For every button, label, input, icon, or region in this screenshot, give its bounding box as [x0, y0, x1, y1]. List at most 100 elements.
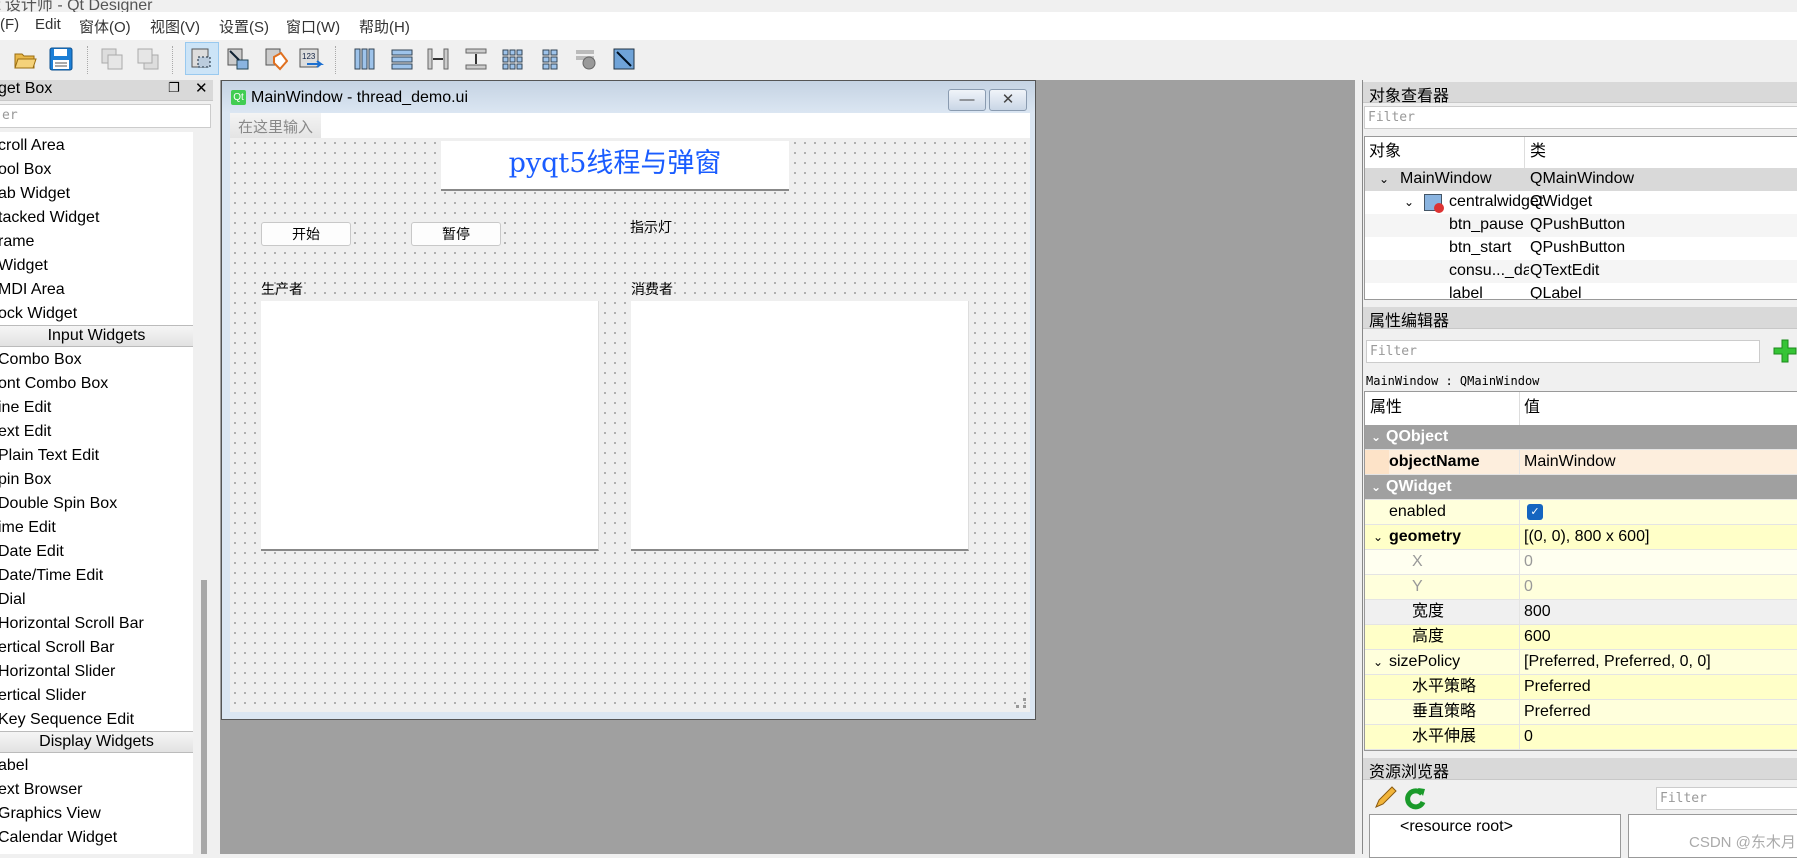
- widget-box-item[interactable]: Dial: [0, 588, 26, 612]
- widget-box-item[interactable]: Horizontal Scroll Bar: [0, 612, 144, 636]
- object-inspector-filter[interactable]: Filter: [1364, 106, 1797, 129]
- object-tree-row[interactable]: btn_start QPushButton: [1365, 237, 1797, 260]
- widget-list-scrollbar[interactable]: [193, 132, 213, 854]
- property-row[interactable]: Y0: [1365, 575, 1797, 600]
- widget-box-item[interactable]: ime Edit: [0, 516, 56, 540]
- producer-text-edit[interactable]: [261, 301, 599, 551]
- widget-box-item[interactable]: Graphics View: [0, 802, 101, 826]
- property-value[interactable]: 800: [1524, 600, 1551, 624]
- property-row[interactable]: 宽度 800: [1365, 600, 1797, 625]
- close-button[interactable]: ✕: [989, 89, 1027, 111]
- property-value[interactable]: Preferred: [1524, 675, 1591, 699]
- property-value[interactable]: [Preferred, Preferred, 0, 0]: [1524, 650, 1711, 674]
- edit-resources-icon[interactable]: [1373, 786, 1397, 810]
- layout-vertical-icon[interactable]: [389, 42, 415, 75]
- chevron-down-icon[interactable]: ⌄: [1371, 475, 1381, 499]
- property-value[interactable]: 0: [1524, 575, 1533, 599]
- menu-window[interactable]: 窗口(W): [286, 16, 340, 37]
- menu-help[interactable]: 帮助(H): [359, 16, 410, 37]
- property-row[interactable]: 水平策略 Preferred: [1365, 675, 1797, 700]
- object-tree-row[interactable]: btn_pause QPushButton: [1365, 214, 1797, 237]
- chevron-down-icon[interactable]: ⌄: [1404, 191, 1414, 213]
- adjust-size-icon[interactable]: [611, 42, 637, 75]
- chevron-down-icon[interactable]: ⌄: [1379, 168, 1389, 190]
- category-display-widgets[interactable]: Display Widgets: [0, 731, 193, 753]
- widget-box-item[interactable]: Date Edit: [0, 540, 64, 564]
- edit-widgets-icon[interactable]: [185, 42, 219, 75]
- widget-box-item[interactable]: ext Browser: [0, 778, 82, 802]
- start-button[interactable]: 开始: [261, 222, 351, 246]
- object-tree-row[interactable]: consu..._data QTextEdit: [1365, 260, 1797, 283]
- group-qwidget[interactable]: ⌄ QWidget: [1365, 475, 1797, 500]
- chevron-down-icon[interactable]: ⌄: [1373, 525, 1383, 549]
- property-row[interactable]: enabled ✓: [1365, 500, 1797, 525]
- widget-box-filter[interactable]: er: [0, 104, 211, 128]
- consumer-text-edit[interactable]: [631, 301, 969, 551]
- menu-file[interactable]: (F): [0, 16, 19, 33]
- widget-box-item[interactable]: ertical Scroll Bar: [0, 636, 114, 660]
- add-dynamic-property-icon[interactable]: [1773, 339, 1797, 363]
- object-tree-row[interactable]: ⌄ centralwidget QWidget: [1365, 191, 1797, 214]
- widget-box-item[interactable]: Widget: [0, 254, 48, 278]
- widget-box-item[interactable]: Combo Box: [0, 348, 82, 372]
- widget-box-item[interactable]: abel: [0, 754, 28, 778]
- property-value[interactable]: 0: [1524, 725, 1533, 749]
- open-icon[interactable]: [12, 42, 38, 75]
- widget-box-item[interactable]: Horizontal Slider: [0, 660, 115, 684]
- scrollbar-thumb[interactable]: [201, 580, 207, 854]
- resource-root[interactable]: <resource root>: [1400, 818, 1513, 836]
- chevron-down-icon[interactable]: ⌄: [1371, 425, 1381, 449]
- menu-placeholder[interactable]: 在这里输入: [230, 113, 322, 138]
- widget-box-item[interactable]: Calendar Widget: [0, 826, 117, 850]
- widget-box-item[interactable]: ont Combo Box: [0, 372, 108, 396]
- widget-box-item[interactable]: MDI Area: [0, 278, 65, 302]
- save-icon[interactable]: [48, 42, 74, 75]
- edit-signals-slots-icon[interactable]: [225, 42, 251, 75]
- category-input-widgets[interactable]: Input Widgets: [0, 325, 193, 347]
- form-window-titlebar[interactable]: Qt MainWindow - thread_demo.ui — ✕: [222, 81, 1035, 113]
- property-row[interactable]: ⌄ geometry [(0, 0), 800 x 600]: [1365, 525, 1797, 550]
- resource-filter[interactable]: Filter: [1656, 787, 1797, 810]
- property-row[interactable]: 高度 600: [1365, 625, 1797, 650]
- widget-box-item[interactable]: ertical Slider: [0, 684, 86, 708]
- property-row[interactable]: objectName MainWindow: [1365, 450, 1797, 475]
- property-row[interactable]: X0: [1365, 550, 1797, 575]
- reload-icon[interactable]: [1403, 786, 1427, 810]
- group-qobject[interactable]: ⌄ QObject: [1365, 425, 1797, 450]
- property-value[interactable]: 600: [1524, 625, 1551, 649]
- float-icon[interactable]: ❐: [168, 80, 180, 96]
- enabled-checkbox[interactable]: ✓: [1527, 504, 1543, 520]
- resize-grip[interactable]: [1016, 698, 1026, 708]
- widget-box-item[interactable]: rame: [0, 230, 34, 254]
- send-back-icon[interactable]: [135, 42, 161, 75]
- layout-horizontal-icon[interactable]: [352, 42, 378, 75]
- widget-box-item[interactable]: ext Edit: [0, 420, 51, 444]
- widget-box-item[interactable]: ock Widget: [0, 302, 77, 326]
- widget-box-item[interactable]: croll Area: [0, 134, 65, 158]
- layout-splitter-horizontal-icon[interactable]: [425, 42, 451, 75]
- property-filter[interactable]: Filter: [1366, 340, 1760, 363]
- widget-box-item[interactable]: ab Widget: [0, 182, 70, 206]
- property-value[interactable]: [(0, 0), 800 x 600]: [1524, 525, 1649, 549]
- menu-settings[interactable]: 设置(S): [219, 16, 269, 37]
- menu-view[interactable]: 视图(V): [150, 16, 200, 37]
- layout-splitter-vertical-icon[interactable]: [463, 42, 489, 75]
- widget-box-item[interactable]: tacked Widget: [0, 206, 99, 230]
- widget-box-item[interactable]: Date/Time Edit: [0, 564, 103, 588]
- widget-box-item[interactable]: Plain Text Edit: [0, 444, 99, 468]
- widget-box-item[interactable]: ine Edit: [0, 396, 51, 420]
- property-row[interactable]: 水平伸展 0: [1365, 725, 1797, 750]
- object-tree-row[interactable]: ⌄ MainWindow QMainWindow: [1365, 168, 1797, 191]
- widget-box-item[interactable]: Double Spin Box: [0, 492, 117, 516]
- object-tree-row[interactable]: label QLabel: [1365, 283, 1797, 299]
- close-icon[interactable]: ✕: [195, 79, 208, 97]
- layout-grid-icon[interactable]: [500, 42, 526, 75]
- menu-edit[interactable]: Edit: [35, 16, 61, 33]
- property-value[interactable]: Preferred: [1524, 700, 1591, 724]
- chevron-down-icon[interactable]: ⌄: [1373, 650, 1383, 674]
- layout-form-icon[interactable]: [537, 42, 563, 75]
- edit-tab-order-icon[interactable]: 123: [299, 42, 325, 75]
- property-value[interactable]: MainWindow: [1524, 450, 1616, 474]
- minimize-button[interactable]: —: [948, 89, 986, 111]
- edit-buddies-icon[interactable]: [263, 42, 289, 75]
